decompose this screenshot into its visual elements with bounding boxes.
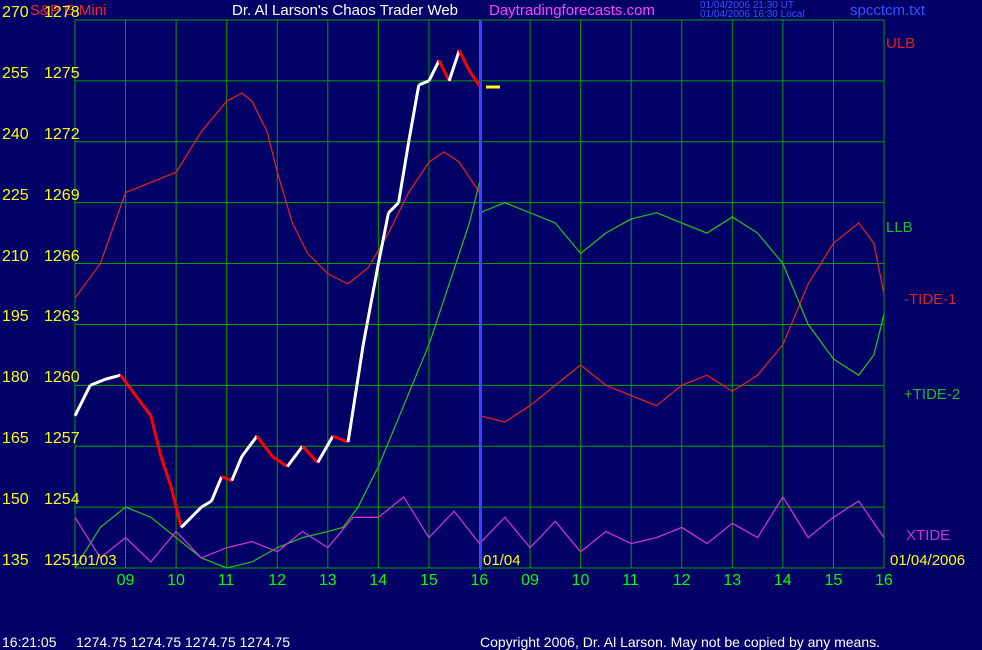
price-segment [271,455,289,468]
price-segment [210,476,224,502]
left-axis-tick-label: 255 [2,64,29,82]
price-axis-tick-label: 1275 [44,64,80,82]
date-label-start: 01/03 [79,552,117,569]
price-segment [316,435,335,464]
price-axis-tick-label: 1266 [44,247,80,265]
grid-lines [74,19,885,569]
price-axis-tick-label: 1257 [44,430,80,448]
x-tick-label: 09 [116,572,135,589]
ulb-label: ULB [886,35,916,52]
left-axis-tick-label: 135 [2,552,29,569]
price-segment [190,506,203,519]
left-axis-tick-label: 225 [2,186,29,204]
price-segment [104,373,121,381]
price-segment [407,84,421,143]
price-axis-tick-label: 1260 [44,369,80,387]
tide1-label: -TIDE-1 [904,291,957,308]
price-segment [397,141,411,203]
price-segment [301,445,319,464]
price-segment [361,263,380,346]
price-axis-tick-label: 1269 [44,186,80,204]
site-label: Daytradingforecasts.com [489,2,655,19]
price-axis-tick-label: 1263 [44,308,80,326]
price-segment [332,434,349,444]
price-segment [427,59,441,82]
price-segment [387,201,400,214]
price-segment [230,455,244,482]
price-axis-tick-label: 1278 [44,4,80,21]
file-label: spcctcm.txt [850,2,926,19]
xtide-label: XTIDE [906,527,951,544]
footer-quote: 1274.75 1274.75 1274.75 1274.75 [76,634,291,650]
price-segment [134,394,153,417]
x-tick-label: 16 [470,572,489,589]
x-tick-label: 15 [419,572,438,589]
price-segment [159,455,173,488]
x-tick-label: 12 [268,572,287,589]
x-tick-label: 10 [167,572,185,589]
price-segment [376,212,390,264]
x-tick-label: 14 [773,572,792,589]
x-tick-label: 16 [875,572,893,589]
x-tick-label: 11 [217,572,235,589]
x-tick-label: 13 [723,572,742,589]
left-axis-tick-label: 180 [2,369,29,387]
x-tick-label: 10 [571,572,590,589]
price-segment [89,377,106,387]
price-segment [180,516,193,529]
tide2-label: +TIDE-2 [904,386,961,403]
left-axis-tick-label: 240 [2,125,29,143]
left-axis-tick-label: 270 [2,4,29,21]
llb-label: LLB [886,219,913,236]
price-axis-tick-label: 1251 [44,552,80,569]
left-axis-tick-label: 165 [2,430,29,448]
left-axis-tick-label: 210 [2,247,29,265]
x-tick-label: 11 [622,572,639,589]
price-segment [437,59,451,82]
price-segment [149,415,163,457]
price-segment [346,344,365,443]
price-segment [221,475,233,483]
price-segment [457,49,471,72]
price-segment [418,79,430,87]
price-axis-tick-label: 1272 [44,125,80,143]
footer-copyright: Copyright 2006, Dr. Al Larson. May not b… [480,634,881,650]
left-axis-tick-label: 150 [2,491,29,509]
x-tick-label: 13 [318,572,337,589]
chart-title: Dr. Al Larson's Chaos Trader Web [232,2,459,19]
footer-time: 16:21:05 [2,634,57,650]
date-label-end: 01/04/2006 [890,552,966,569]
price-axis-tick-label: 1254 [44,491,80,509]
x-tick-label: 15 [824,572,843,589]
x-tick-label: 12 [672,572,691,589]
date-label-mid: 01/04 [483,552,521,569]
price-segment [468,69,481,87]
price-segment [73,384,92,417]
x-tick-label: 14 [369,572,388,589]
price-segment [286,445,304,468]
left-axis-tick-label: 195 [2,308,29,326]
price-segment [447,49,461,82]
price-segment [200,499,213,509]
x-tick-label: 09 [521,572,539,589]
time-local: 01/04/2006 16:30 Local [700,9,805,20]
